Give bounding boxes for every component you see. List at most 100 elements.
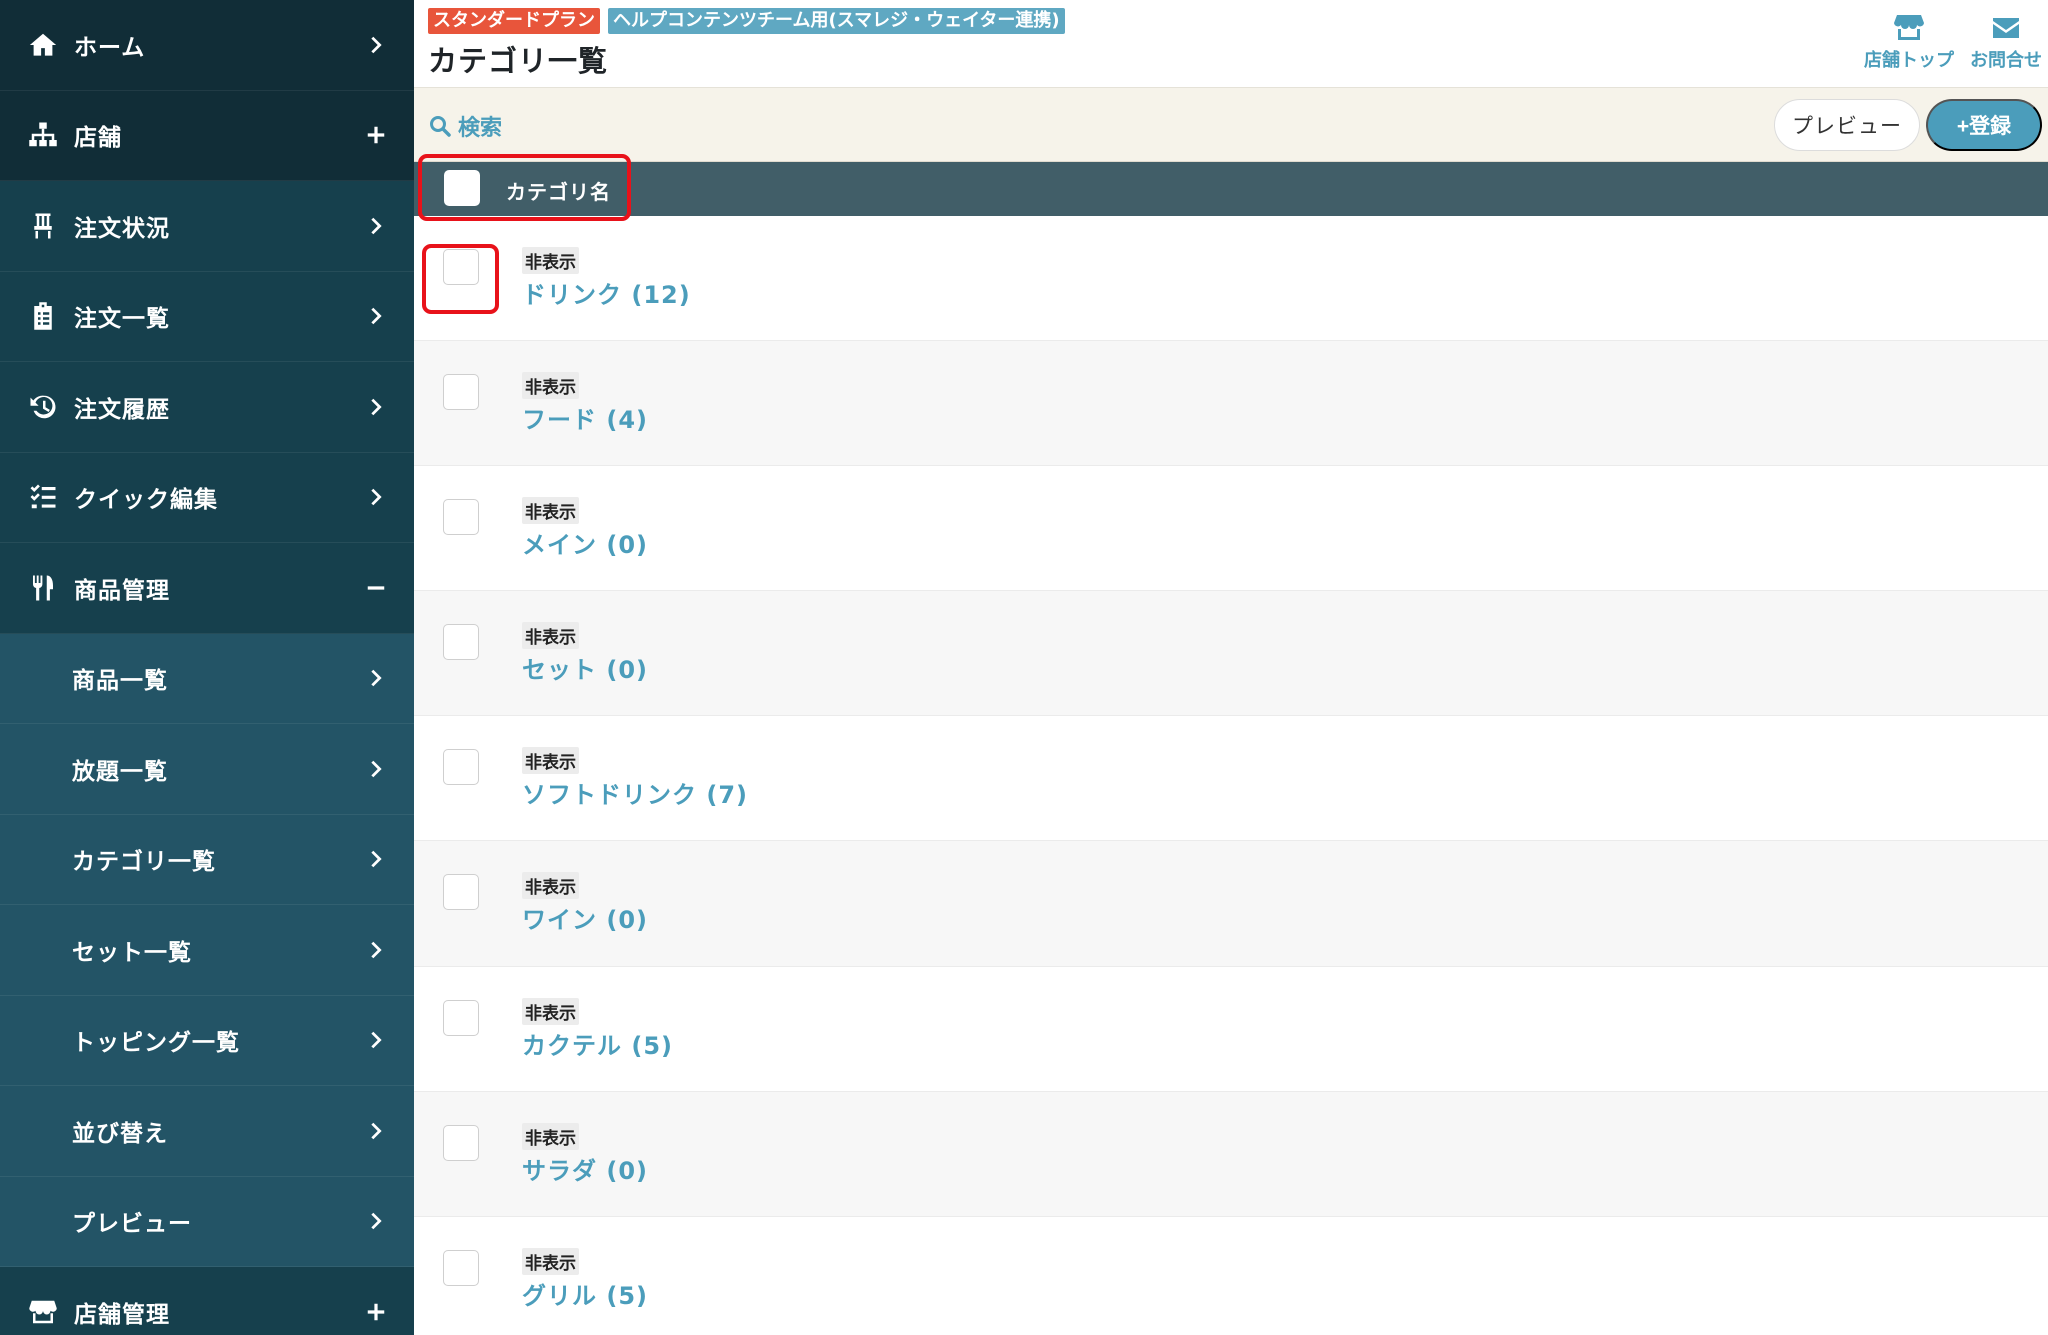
- table-row: 非表示 フード (4): [414, 341, 2048, 467]
- category-link[interactable]: カクテル (5): [522, 1026, 673, 1061]
- row-checkbox[interactable]: [443, 749, 479, 786]
- chevron-right-icon: [364, 1119, 388, 1143]
- sidebar-item-store-management[interactable]: 店舗管理: [0, 1267, 414, 1335]
- table-row: 非表示 カクテル (5): [414, 966, 2048, 1092]
- register-button[interactable]: +登録: [1926, 99, 2042, 151]
- row-checkbox[interactable]: [443, 249, 479, 285]
- contact-link[interactable]: お問合せ: [1970, 14, 2042, 72]
- sidebar-item-label: プレビュー: [72, 1211, 192, 1238]
- toolbar: 検索 プレビュー +登録: [414, 88, 2048, 162]
- store-top-link[interactable]: 店舗トップ: [1864, 14, 1954, 72]
- status-badge: 非表示: [522, 622, 579, 650]
- app-root: ホーム 店舗 注文状況 注文一覧 注文履歴 クイック編集 商品管理 商品一覧 放…: [0, 0, 2048, 1335]
- checklist-icon: [26, 480, 60, 514]
- column-header-category-name: カテゴリ名: [506, 180, 611, 204]
- chevron-right-icon: [364, 1028, 388, 1052]
- sidebar-item-label: 店舗: [74, 125, 122, 152]
- table-row: 非表示 メイン (0): [414, 466, 2048, 592]
- search-icon: [430, 116, 451, 137]
- select-all-checkbox[interactable]: [444, 170, 480, 206]
- chevron-right-icon: [364, 666, 388, 690]
- table-row: 非表示 ソフトドリンク (7): [414, 716, 2048, 842]
- status-badge: 非表示: [522, 747, 579, 775]
- store-icon: [1894, 15, 1924, 40]
- category-link[interactable]: グリル (5): [522, 1276, 648, 1311]
- sidebar-item-preview[interactable]: プレビュー: [0, 1176, 414, 1267]
- sidebar-item-all-you-can-list[interactable]: 放題一覧: [0, 724, 414, 815]
- sidebar-item-category-list[interactable]: カテゴリ一覧: [0, 814, 414, 905]
- category-link[interactable]: ドリンク (12): [522, 275, 691, 310]
- row-checkbox[interactable]: [443, 624, 479, 661]
- chevron-right-icon: [364, 847, 388, 871]
- team-badge: ヘルプコンテンツチーム用(スマレジ・ウェイター連携): [608, 8, 1065, 34]
- sidebar-item-label: ホーム: [74, 34, 146, 61]
- chevron-right-icon: [364, 33, 388, 57]
- sidebar-item-label: カテゴリ一覧: [72, 849, 216, 876]
- sidebar-item-label: セット一覧: [72, 939, 192, 966]
- search-toggle[interactable]: 検索: [428, 110, 502, 142]
- category-link[interactable]: ワイン (0): [522, 900, 648, 935]
- mail-icon: [1993, 18, 2019, 38]
- sidebar-item-label: 商品一覧: [72, 668, 168, 695]
- table-row: 非表示 ドリンク (12): [414, 216, 2048, 342]
- minus-icon: [364, 576, 388, 600]
- search-label: 検索: [458, 116, 503, 141]
- main-content: スタンダードプラン ヘルプコンテンツチーム用(スマレジ・ウェイター連携) カテゴ…: [414, 0, 2048, 1335]
- row-checkbox[interactable]: [443, 1249, 479, 1286]
- utensils-icon: [26, 571, 60, 605]
- status-badge: 非表示: [522, 997, 579, 1025]
- status-badge: 非表示: [522, 1122, 579, 1150]
- badge-group: スタンダードプラン ヘルプコンテンツチーム用(スマレジ・ウェイター連携): [428, 8, 1065, 34]
- row-checkbox[interactable]: [443, 374, 479, 411]
- plan-badge: スタンダードプラン: [428, 8, 600, 34]
- chevron-right-icon: [364, 757, 388, 781]
- preview-button[interactable]: プレビュー: [1774, 99, 1920, 151]
- sidebar-item-quick-edit[interactable]: クイック編集: [0, 452, 414, 543]
- sitemap-icon: [26, 118, 60, 152]
- sidebar-item-label: 注文一覧: [74, 306, 170, 333]
- sidebar-item-label: 注文状況: [74, 215, 170, 242]
- category-link[interactable]: メイン (0): [522, 525, 648, 560]
- history-icon: [26, 390, 60, 424]
- sidebar-item-label: 商品管理: [74, 577, 170, 604]
- table-row: 非表示 セット (0): [414, 591, 2048, 717]
- sidebar-item-home[interactable]: ホーム: [0, 0, 414, 91]
- sidebar-item-store[interactable]: 店舗: [0, 90, 414, 181]
- sidebar-item-product-management[interactable]: 商品管理: [0, 543, 414, 634]
- sidebar-item-set-list[interactable]: セット一覧: [0, 905, 414, 996]
- header-actions: 店舗トップ お問合せ: [1864, 14, 2042, 72]
- chair-icon: [26, 209, 60, 243]
- category-link[interactable]: ソフトドリンク (7): [522, 775, 748, 810]
- category-link[interactable]: サラダ (0): [522, 1151, 648, 1186]
- home-icon: [26, 28, 60, 62]
- table-row: 非表示 ワイン (0): [414, 841, 2048, 967]
- category-link[interactable]: フード (4): [522, 400, 648, 435]
- status-badge: 非表示: [522, 247, 579, 274]
- sidebar-item-sort[interactable]: 並び替え: [0, 1086, 414, 1177]
- row-checkbox[interactable]: [443, 499, 479, 536]
- plus-icon: [364, 1300, 388, 1324]
- contact-label: お問合せ: [1970, 50, 2042, 71]
- sidebar-item-order-list[interactable]: 注文一覧: [0, 271, 414, 362]
- chevron-right-icon: [364, 1209, 388, 1233]
- row-checkbox[interactable]: [443, 874, 479, 911]
- status-badge: 非表示: [522, 1247, 579, 1275]
- sidebar-item-product-list[interactable]: 商品一覧: [0, 633, 414, 724]
- page-title: カテゴリ一覧: [428, 44, 609, 78]
- category-link[interactable]: セット (0): [522, 650, 648, 685]
- status-badge: 非表示: [522, 372, 579, 400]
- sidebar-item-topping-list[interactable]: トッピング一覧: [0, 995, 414, 1086]
- clipboard-icon: [26, 299, 60, 333]
- chevron-right-icon: [364, 938, 388, 962]
- plus-icon: [364, 123, 388, 147]
- category-list: 非表示 ドリンク (12) 非表示 フード (4) 非表示 メイン (0) 非表…: [414, 216, 2048, 1335]
- sidebar-item-order-history[interactable]: 注文履歴: [0, 362, 414, 453]
- status-badge: 非表示: [522, 872, 579, 900]
- sidebar-item-order-status[interactable]: 注文状況: [0, 181, 414, 272]
- status-badge: 非表示: [522, 497, 579, 525]
- page-header: スタンダードプラン ヘルプコンテンツチーム用(スマレジ・ウェイター連携) カテゴ…: [414, 0, 2048, 88]
- chevron-right-icon: [364, 304, 388, 328]
- row-checkbox[interactable]: [443, 1124, 479, 1161]
- sidebar: ホーム 店舗 注文状況 注文一覧 注文履歴 クイック編集 商品管理 商品一覧 放…: [0, 0, 414, 1335]
- row-checkbox[interactable]: [443, 999, 479, 1036]
